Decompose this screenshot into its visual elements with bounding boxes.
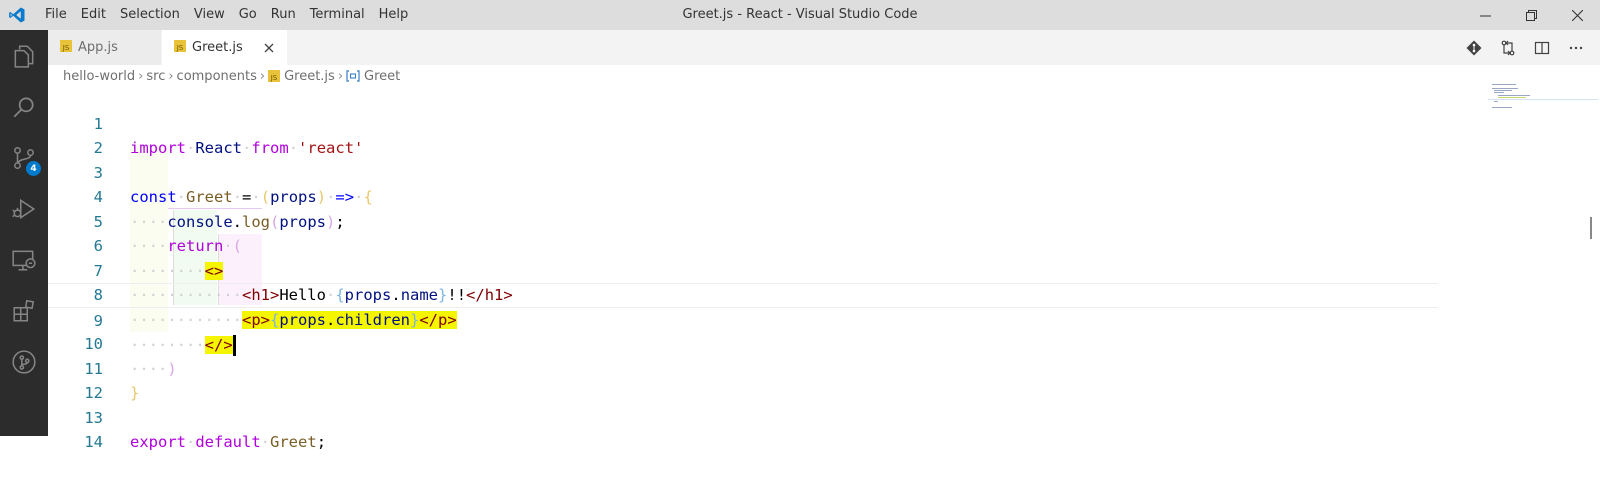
run-debug-icon[interactable] (0, 183, 48, 234)
code-line: 12 (48, 357, 1438, 402)
code-text: export·default·Greet; (130, 433, 327, 451)
current-line: 9 ········</> (48, 283, 1438, 356)
minimize-button[interactable] (1462, 0, 1508, 30)
minimap-line (1494, 92, 1504, 93)
menu-go[interactable]: Go (232, 0, 264, 30)
menu-bar: File Edit Selection View Go Run Terminal… (34, 0, 415, 30)
code-line: 7 ············<h1>Hello·{props.name}!!</… (48, 234, 1438, 305)
code-line: 14 (48, 406, 1438, 451)
minimap-line (1494, 101, 1498, 102)
minimap-line (1498, 95, 1530, 96)
code-line: 1 import·React·from·'react' (48, 87, 1438, 158)
editor-tab-bar: JS App.js JS Greet.js (48, 30, 1600, 65)
split-editor-icon[interactable] (1530, 36, 1554, 60)
chevron-right-icon: › (138, 68, 144, 84)
extensions-icon[interactable] (0, 285, 48, 336)
editor-actions (1462, 30, 1588, 65)
code-line: 6 ········<> (48, 210, 1438, 280)
code-line: 10 ····) (48, 308, 1438, 378)
svg-text:JS: JS (62, 44, 70, 52)
breadcrumb-item[interactable]: Greet (364, 69, 400, 84)
search-icon[interactable] (0, 81, 48, 132)
vscode-logo-icon (0, 0, 34, 30)
open-changes-icon[interactable] (1496, 36, 1520, 60)
tab-greet-js[interactable]: JS Greet.js (162, 30, 288, 65)
menu-file[interactable]: File (38, 0, 74, 30)
code-line: 4 ····console.log(props); (48, 161, 1438, 231)
files-icon[interactable] (0, 30, 48, 81)
menu-edit[interactable]: Edit (74, 0, 113, 30)
code-line: 2 (48, 112, 1438, 157)
breadcrumb-item[interactable]: src (146, 69, 165, 84)
code-editor[interactable]: 1 import·React·from·'react' 2 3 const·Gr… (48, 84, 1600, 452)
code-line: 3 const·Greet·=·(props)·=>·{ (48, 136, 1438, 207)
chevron-right-icon: › (168, 68, 174, 84)
js-file-icon: JS (174, 39, 186, 56)
git-lens-icon[interactable] (1462, 36, 1486, 60)
tab-app-js[interactable]: JS App.js (48, 30, 162, 65)
chevron-right-icon: › (259, 68, 266, 84)
line-number: 14 (84, 433, 103, 451)
window-controls (1462, 0, 1600, 30)
minimap[interactable] (1488, 84, 1598, 436)
git-graph-icon[interactable] (0, 336, 48, 387)
tab-label: App.js (78, 40, 118, 55)
close-icon[interactable] (261, 40, 277, 56)
minimap-line (1492, 88, 1518, 89)
vertical-scrollbar[interactable] (1590, 217, 1600, 239)
minimap-line (1492, 84, 1516, 85)
minimap-line (1498, 97, 1526, 98)
menu-help[interactable]: Help (372, 0, 416, 30)
close-window-button[interactable] (1554, 0, 1600, 30)
menu-view[interactable]: View (187, 0, 232, 30)
code-line: 11 } (48, 332, 1438, 403)
svg-text:JS: JS (270, 74, 278, 82)
js-file-icon: JS (268, 70, 281, 82)
breadcrumb-item[interactable]: hello-world (63, 69, 135, 84)
code-line: 5 ····return·( (48, 185, 1438, 256)
more-actions-icon[interactable] (1564, 36, 1588, 60)
menu-terminal[interactable]: Terminal (303, 0, 372, 30)
source-control-badge: 4 (26, 161, 41, 176)
breadcrumb-item[interactable]: components (177, 69, 257, 84)
tab-label: Greet.js (192, 40, 243, 55)
breadcrumb-item[interactable]: Greet.js (284, 69, 335, 84)
breadcrumb: hello-world › src › components › JS Gree… (48, 65, 1600, 87)
menu-selection[interactable]: Selection (113, 0, 187, 30)
js-file-icon: JS (60, 39, 72, 56)
remote-explorer-icon[interactable] (0, 234, 48, 285)
chevron-right-icon: › (337, 68, 344, 84)
svg-text:JS: JS (176, 44, 184, 52)
menu-run[interactable]: Run (264, 0, 303, 30)
code-line: 8 ············<p>{props.children}</p> (48, 259, 1438, 329)
source-control-icon[interactable]: 4 (0, 132, 48, 183)
restore-button[interactable] (1508, 0, 1554, 30)
minimap-line (1492, 107, 1512, 108)
symbol-variable-icon (346, 70, 360, 82)
minimap-line (1494, 90, 1512, 91)
code-line: 13 export·default·Greet; (48, 381, 1438, 452)
title-bar: File Edit Selection View Go Run Terminal… (0, 0, 1600, 30)
activity-bar: 4 (0, 30, 48, 436)
minimap-current-line (1488, 99, 1598, 100)
